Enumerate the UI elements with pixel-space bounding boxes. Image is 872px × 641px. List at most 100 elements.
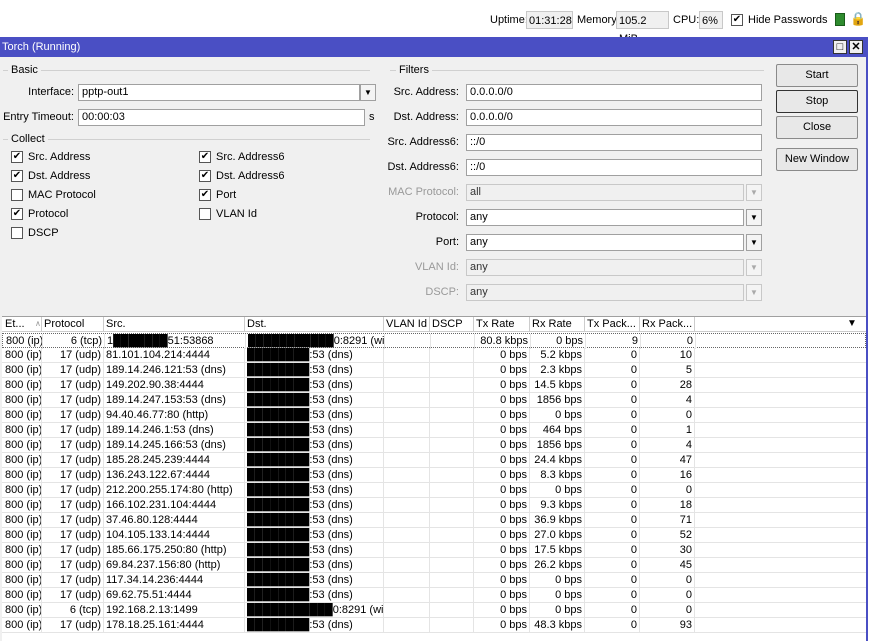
table-row[interactable]: 800 (ip) 17 (udp) 189.14.246.1:53 (dns) ███… <box>2 423 866 438</box>
table-row[interactable]: 800 (ip) 17 (udp) 185.28.245.239:4444 █████… <box>2 453 866 468</box>
interface-select[interactable]: pptp-out1 <box>78 84 360 101</box>
table-cell: 80.8 kbps <box>475 334 531 349</box>
table-cell: 1856 bps <box>530 438 585 453</box>
collect-checkbox[interactable]: ✔ <box>11 170 23 182</box>
stop-button[interactable]: Stop <box>776 90 858 113</box>
table-row[interactable]: 800 (ip) 17 (udp) 166.102.231.104:4444 ████… <box>2 498 866 513</box>
table-row[interactable]: 800 (ip) 17 (udp) 185.66.175.250:80 (http)… <box>2 543 866 558</box>
filter-input[interactable]: 0.0.0.0/0 <box>466 84 762 101</box>
table-cell: 136.243.122.67:4444 <box>104 468 245 483</box>
interface-label: Interface: <box>28 86 74 98</box>
table-cell: 5.2 kbps <box>530 348 585 363</box>
table-cell: 17 (udp) <box>42 363 104 378</box>
table-cell: 0 bps <box>531 334 586 349</box>
table-row[interactable]: 800 (ip) 17 (udp) 69.84.237.156:80 (http) █… <box>2 558 866 573</box>
table-row[interactable]: 800 (ip) 17 (udp) 104.105.133.14:4444 █████… <box>2 528 866 543</box>
filter-input[interactable]: ::/0 <box>466 134 762 151</box>
table-row[interactable]: 800 (ip) 17 (udp) 212.200.255.174:80 (http… <box>2 483 866 498</box>
collect-checkbox[interactable] <box>11 227 23 239</box>
collect-checkbox[interactable]: ✔ <box>199 170 211 182</box>
table-row[interactable]: 800 (ip) 17 (udp) 189.14.247.153:53 (dns) █… <box>2 393 866 408</box>
collect-checkbox[interactable]: ✔ <box>199 189 211 201</box>
cpu-label: CPU: <box>673 14 700 26</box>
table-row[interactable]: 800 (ip) 17 (udp) 189.14.245.166:53 (dns) █… <box>2 438 866 453</box>
collect-checkbox[interactable]: ✔ <box>11 151 23 163</box>
cpu-value: 6% <box>699 11 723 29</box>
table-cell: 17 (udp) <box>42 423 104 438</box>
table-cell: 17 (udp) <box>42 393 104 408</box>
table-cell <box>430 558 474 573</box>
filter-input[interactable]: ::/0 <box>466 159 762 176</box>
table-cell: 0 <box>640 483 695 498</box>
uptime-label: Uptime: <box>490 14 528 26</box>
table-cell: ████████:53 (dns) <box>245 618 384 633</box>
table-cell: 0 bps <box>474 468 530 483</box>
table-row[interactable]: 800 (ip) 17 (udp) 94.40.46.77:80 (http) ███… <box>2 408 866 423</box>
columns-menu-icon[interactable]: ▼ <box>847 317 857 331</box>
table-cell: 117.34.14.236:4444 <box>104 573 245 588</box>
window-title-bar: Torch (Running) □ ✕ <box>0 37 866 57</box>
table-row[interactable]: 800 (ip) 17 (udp) 189.14.246.121:53 (dns) █… <box>2 363 866 378</box>
column-header[interactable]: Protocol <box>42 317 104 332</box>
table-row[interactable]: 800 (ip) 17 (udp) 37.46.80.128:4444 ███████… <box>2 513 866 528</box>
table-row[interactable]: 800 (ip) 17 (udp) 149.202.90.38:4444 ██████… <box>2 378 866 393</box>
collect-checkbox[interactable]: ✔ <box>11 208 23 220</box>
column-header[interactable]: Dst. <box>245 317 384 332</box>
table-row[interactable]: 800 (ip) 17 (udp) 117.34.14.236:4444 ██████… <box>2 573 866 588</box>
table-cell: 0 bps <box>474 588 530 603</box>
filter-dropdown-button: ▼ <box>746 184 762 201</box>
table-row[interactable]: 800 (ip) 17 (udp) 178.18.25.161:4444 ██████… <box>2 618 866 633</box>
filter-input: any <box>466 284 744 301</box>
table-cell: 17 (udp) <box>42 588 104 603</box>
column-header[interactable]: DSCP <box>430 317 474 332</box>
table-cell: 189.14.247.153:53 (dns) <box>104 393 245 408</box>
hide-passwords-checkbox[interactable]: ✔ <box>731 14 743 26</box>
table-row[interactable]: 800 (ip) 17 (udp) 69.62.75.51:4444 ████████… <box>2 588 866 603</box>
column-header[interactable]: Tx Rate <box>474 317 530 332</box>
table-cell: 17 (udp) <box>42 528 104 543</box>
table-cell: 0 <box>585 423 640 438</box>
column-header[interactable]: Rx Pack... <box>640 317 695 332</box>
filter-label: Dst. Address6: <box>387 161 459 173</box>
filter-label: Protocol: <box>415 211 459 223</box>
collect-label: Dst. Address6 <box>216 170 285 182</box>
table-cell: 800 (ip) <box>5 528 42 543</box>
collect-checkbox[interactable] <box>11 189 23 201</box>
table-cell: ████████:53 (dns) <box>245 573 384 588</box>
column-header[interactable]: Tx Pack... <box>585 317 640 332</box>
close-window-button[interactable]: ✕ <box>849 40 863 54</box>
table-cell <box>385 334 431 349</box>
table-row[interactable]: 800 (ip) 6 (tcp) 1███████51:53868 █████████… <box>2 333 866 349</box>
table-row[interactable]: 800 (ip) 17 (udp) 136.243.122.67:4444 █████… <box>2 468 866 483</box>
filter-input[interactable]: 0.0.0.0/0 <box>466 109 762 126</box>
table-row[interactable]: 800 (ip) 6 (tcp) 192.168.2.13:1499 ████████… <box>2 603 866 618</box>
table-cell: ████████:53 (dns) <box>245 468 384 483</box>
new-window-button[interactable]: New Window <box>776 148 858 171</box>
start-button[interactable]: Start <box>776 64 858 87</box>
table-cell: 0 <box>585 498 640 513</box>
filter-dropdown-button: ▼ <box>746 259 762 276</box>
column-header[interactable]: Src. <box>104 317 245 332</box>
table-cell: ████████:53 (dns) <box>245 498 384 513</box>
entry-timeout-input[interactable]: 00:00:03 <box>78 109 365 126</box>
column-header[interactable]: VLAN Id <box>384 317 430 332</box>
table-cell: 0 <box>585 543 640 558</box>
table-cell: 0 <box>585 348 640 363</box>
table-row[interactable]: 800 (ip) 17 (udp) 81.101.104.214:4444 █████… <box>2 348 866 363</box>
column-header[interactable]: Rx Rate <box>530 317 585 332</box>
table-cell: 17 (udp) <box>42 408 104 423</box>
collect-checkbox[interactable] <box>199 208 211 220</box>
maximize-button[interactable]: □ <box>833 40 847 54</box>
table-cell: 17 (udp) <box>42 543 104 558</box>
interface-dropdown-button[interactable]: ▼ <box>360 84 376 101</box>
table-cell: 17 (udp) <box>42 378 104 393</box>
filter-dropdown-button[interactable]: ▼ <box>746 209 762 226</box>
collect-checkbox[interactable]: ✔ <box>199 151 211 163</box>
filter-input[interactable]: any <box>466 209 744 226</box>
filter-dropdown-button[interactable]: ▼ <box>746 234 762 251</box>
table-cell: ████████:53 (dns) <box>245 408 384 423</box>
table-cell: 800 (ip) <box>5 363 42 378</box>
table-cell: 9 <box>586 334 641 349</box>
filter-input[interactable]: any <box>466 234 744 251</box>
close-button[interactable]: Close <box>776 116 858 139</box>
